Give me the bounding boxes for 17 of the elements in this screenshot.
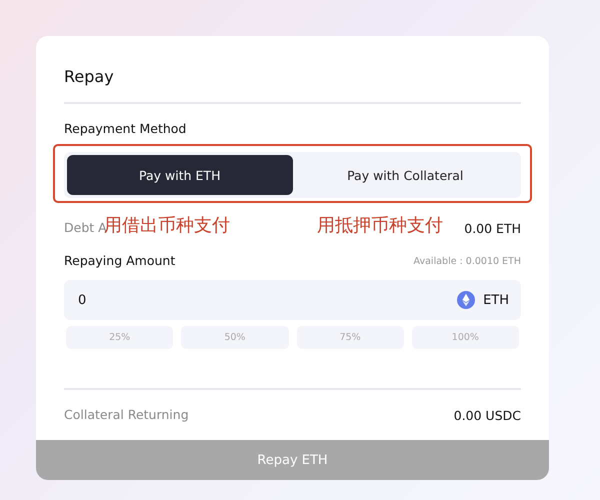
dialog-title: Repay [64,66,115,88]
percent-button[interactable]: 25% [66,326,174,349]
available-balance: Available : 0.0010 ETH [414,256,521,266]
debt-value: 0.00 ETH [464,220,521,236]
method-tab[interactable]: Pay with ETH [67,155,292,195]
method-tab[interactable]: Pay with Collateral [292,155,518,195]
percent-button[interactable]: 50% [181,326,288,349]
collateral-value: 0.00 USDC [454,408,521,422]
section-label: Repayment Method [64,120,188,138]
annotation-text: 用借出币种支付 [104,214,230,237]
percent-button[interactable]: 75% [296,326,404,349]
percent-button[interactable]: 100% [412,326,519,349]
eth-token-icon [457,291,476,309]
section-label: Repaying Amount [64,252,176,270]
token-label: ETH [483,292,509,308]
annotation-text: 用抵押币种支付 [317,214,443,237]
collateral-label: Collateral Returning [64,406,189,424]
